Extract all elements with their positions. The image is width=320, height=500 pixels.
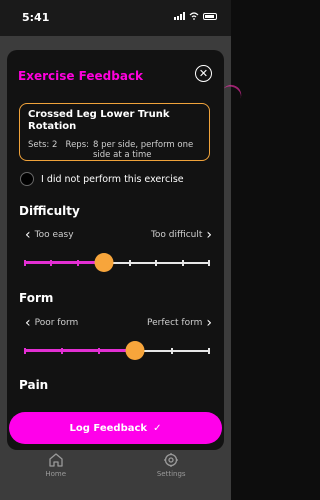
close-icon[interactable]: ✕	[195, 65, 212, 82]
reps-info: Reps: 8 per side, perform one side at a …	[66, 140, 201, 160]
difficulty-slider-tick[interactable]	[155, 260, 158, 266]
exercise-feedback-modal: Exercise Feedback ✕ Crossed Leg Lower Tr…	[7, 50, 224, 450]
modal-title: Exercise Feedback	[18, 69, 144, 83]
status-icons	[174, 12, 217, 20]
exercise-meta: Sets: 2 Reps: 8 per side, perform one si…	[28, 140, 201, 160]
chevron-right-icon[interactable]: ›	[206, 228, 212, 242]
difficulty-scale-labels: ‹ Too easy Too difficult ›	[25, 228, 212, 242]
difficulty-title: Difficulty	[19, 204, 80, 218]
difficulty-slider-tick[interactable]	[129, 260, 132, 266]
form-right-label: Perfect form	[147, 318, 203, 328]
form-right[interactable]: Perfect form ›	[147, 316, 212, 330]
difficulty-right[interactable]: Too difficult ›	[151, 228, 212, 242]
nav-home-label: Home	[45, 470, 67, 478]
form-title: Form	[19, 291, 54, 305]
home-icon	[49, 453, 63, 467]
difficulty-slider-thumb[interactable]	[94, 253, 114, 272]
reps-label: Reps:	[65, 140, 89, 150]
nav-home[interactable]: Home	[45, 450, 66, 500]
form-slider-tick[interactable]	[171, 348, 174, 354]
difficulty-slider[interactable]	[24, 253, 210, 273]
bottom-nav: Home Settings	[0, 450, 231, 500]
form-slider-thumb[interactable]	[125, 341, 145, 360]
pain-title: Pain	[19, 378, 49, 392]
skip-label: I did not perform this exercise	[41, 173, 184, 185]
difficulty-slider-tick[interactable]	[76, 260, 79, 266]
difficulty-slider-tick[interactable]	[181, 260, 184, 266]
form-fill	[25, 349, 136, 352]
difficulty-slider-tick[interactable]	[24, 260, 26, 266]
form-slider-tick[interactable]	[24, 348, 26, 354]
nav-settings-label: Settings	[156, 470, 186, 478]
nav-settings[interactable]: Settings	[157, 450, 186, 500]
skip-exercise-option[interactable]: I did not perform this exercise	[20, 172, 184, 186]
form-scale-labels: ‹ Poor form Perfect form ›	[25, 316, 212, 330]
form-slider[interactable]	[24, 341, 210, 361]
settings-icon	[164, 453, 179, 467]
skip-radio[interactable]	[20, 172, 34, 186]
form-left[interactable]: ‹ Poor form	[25, 316, 78, 330]
difficulty-slider-tick[interactable]	[208, 260, 210, 266]
battery-icon	[203, 12, 217, 20]
status-bar: 5:41	[0, 0, 231, 36]
log-feedback-button[interactable]: Log Feedback ✓	[9, 412, 222, 444]
form-left-label: Poor form	[34, 318, 79, 328]
difficulty-fill	[25, 261, 104, 264]
exercise-card: Crossed Leg Lower Trunk Rotation Sets: 2…	[19, 103, 210, 161]
sets-info: Sets: 2	[28, 140, 66, 160]
status-time: 5:41	[22, 11, 50, 24]
difficulty-left-label: Too easy	[34, 230, 74, 240]
exercise-name: Crossed Leg Lower Trunk Rotation	[28, 109, 170, 132]
check-icon: ✓	[153, 422, 162, 434]
log-feedback-label: Log Feedback	[69, 422, 148, 434]
form-slider-tick[interactable]	[60, 348, 63, 354]
reps-value: 8 per side, perform one side at a time	[93, 140, 194, 160]
chevron-right-icon[interactable]: ›	[206, 316, 212, 330]
sets-label: Sets:	[28, 140, 50, 150]
wifi-icon	[189, 12, 199, 20]
difficulty-slider-tick[interactable]	[50, 260, 53, 266]
form-slider-tick[interactable]	[97, 348, 100, 354]
difficulty-left[interactable]: ‹ Too easy	[25, 228, 74, 242]
difficulty-right-label: Too difficult	[150, 230, 203, 240]
form-slider-tick[interactable]	[208, 348, 210, 354]
sets-value: 2	[51, 140, 58, 150]
modal-header: Exercise Feedback ✕	[7, 50, 224, 98]
chevron-left-icon[interactable]: ‹	[25, 316, 31, 330]
chevron-left-icon[interactable]: ‹	[25, 228, 31, 242]
signal-icon	[174, 12, 185, 20]
